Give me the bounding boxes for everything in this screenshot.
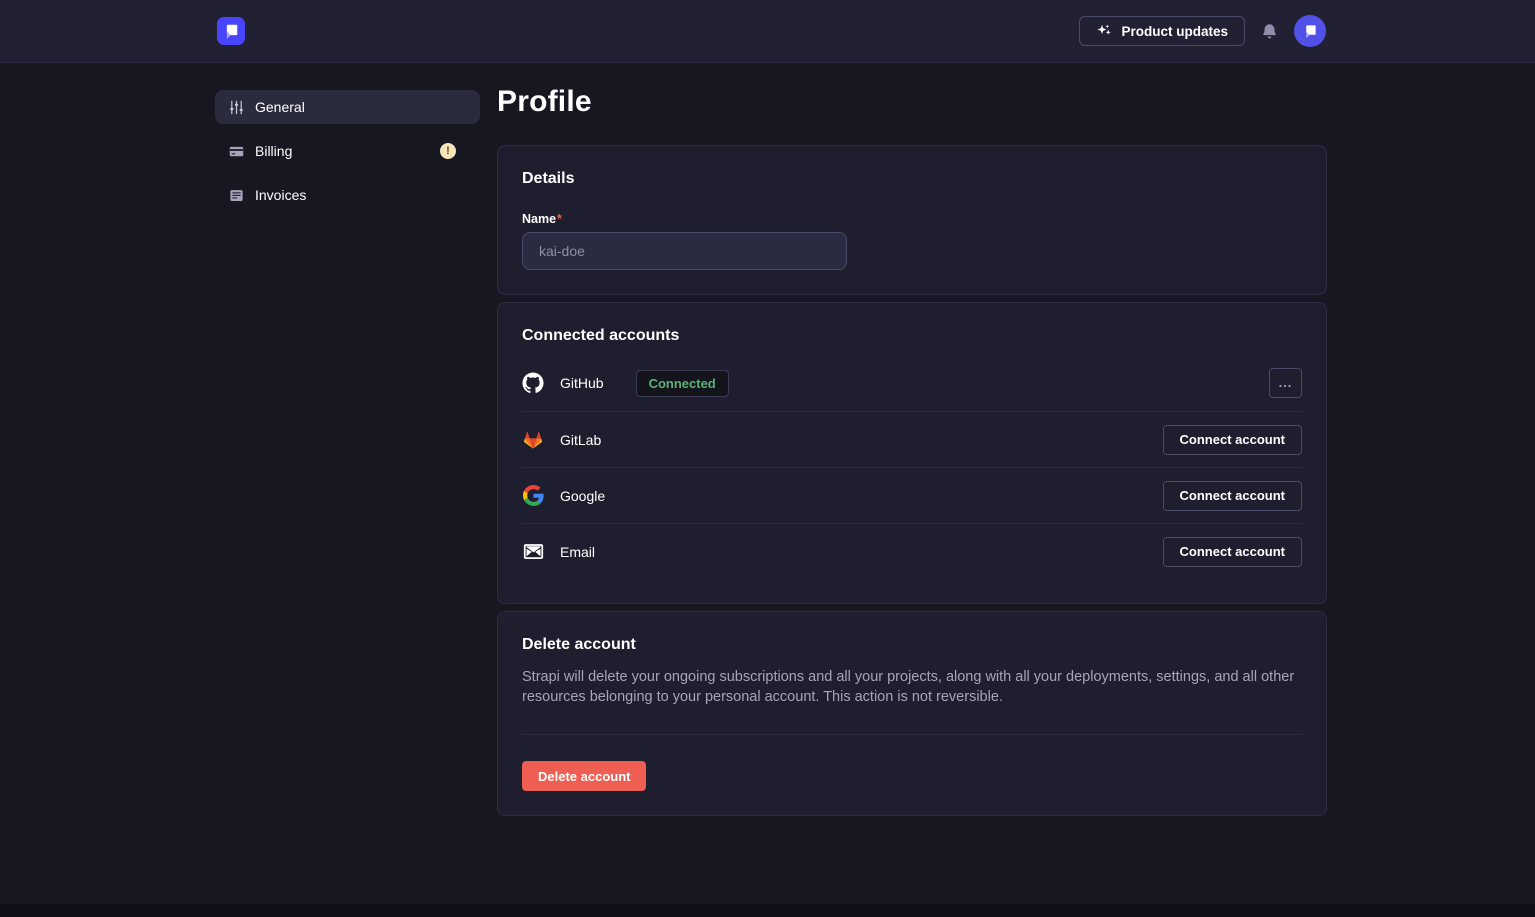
page-title: Profile — [497, 85, 1327, 119]
connected-status-badge: Connected — [636, 370, 729, 397]
name-label: Name* — [522, 212, 1302, 226]
bell-icon — [1261, 23, 1278, 40]
account-row-github: GitHub Connected ... — [522, 355, 1302, 411]
divider — [522, 734, 1302, 735]
bottom-edge — [0, 904, 1535, 917]
sidebar-item-label: Billing — [255, 143, 292, 159]
delete-account-title: Delete account — [522, 636, 1302, 654]
user-avatar[interactable] — [1294, 15, 1326, 47]
connect-gitlab-button[interactable]: Connect account — [1163, 425, 1302, 455]
product-updates-label: Product updates — [1121, 24, 1228, 39]
gitlab-icon — [522, 429, 544, 451]
account-row-google: Google Connect account — [522, 467, 1302, 523]
sidebar-item-billing[interactable]: Billing ! — [215, 134, 480, 168]
required-asterisk: * — [557, 212, 562, 226]
accounts-list: GitHub Connected ... — [522, 355, 1302, 579]
billing-warning-badge: ! — [440, 143, 456, 159]
header-actions: Product updates — [1079, 15, 1326, 47]
sparkle-icon — [1096, 23, 1112, 39]
app-root: Product updates — [0, 0, 1535, 917]
sliders-icon — [229, 100, 244, 115]
github-options-menu-button[interactable]: ... — [1269, 368, 1302, 398]
provider-name: GitHub — [560, 375, 604, 391]
account-row-gitlab: GitLab Connect account — [522, 411, 1302, 467]
provider-name: Google — [560, 488, 605, 504]
details-card: Details Name* — [497, 145, 1327, 295]
sidebar-item-invoices[interactable]: Invoices — [215, 178, 480, 212]
receipt-icon — [229, 188, 244, 203]
notifications-bell-icon[interactable] — [1261, 23, 1278, 40]
settings-sidebar: General Billing ! Invoices — [215, 90, 480, 212]
avatar-strapi-glyph — [1301, 22, 1319, 40]
strapi-logo[interactable] — [217, 17, 245, 45]
name-label-text: Name — [522, 212, 556, 226]
connected-accounts-title: Connected accounts — [522, 327, 1302, 345]
name-input[interactable] — [522, 232, 847, 270]
top-bar: Product updates — [0, 0, 1535, 63]
sidebar-item-label: Invoices — [255, 187, 306, 203]
google-icon — [522, 485, 544, 507]
details-title: Details — [522, 170, 1302, 188]
product-updates-button[interactable]: Product updates — [1079, 16, 1245, 46]
provider-name: Email — [560, 544, 595, 560]
sidebar-item-label: General — [255, 99, 305, 115]
profile-page: Profile Details Name* Connected accounts — [497, 85, 1327, 823]
delete-account-card: Delete account Strapi will delete your o… — [497, 611, 1327, 816]
connected-accounts-card: Connected accounts GitHub Connected ... — [497, 302, 1327, 604]
credit-card-icon — [229, 144, 244, 159]
strapi-logo-glyph — [221, 21, 241, 41]
delete-account-button[interactable]: Delete account — [522, 761, 646, 791]
sidebar-item-general[interactable]: General — [215, 90, 480, 124]
account-row-email: Email Connect account — [522, 523, 1302, 579]
envelope-icon — [522, 541, 544, 563]
provider-name: GitLab — [560, 432, 601, 448]
connect-email-button[interactable]: Connect account — [1163, 537, 1302, 567]
delete-account-description: Strapi will delete your ongoing subscrip… — [522, 667, 1302, 707]
github-icon — [522, 372, 544, 394]
connect-google-button[interactable]: Connect account — [1163, 481, 1302, 511]
